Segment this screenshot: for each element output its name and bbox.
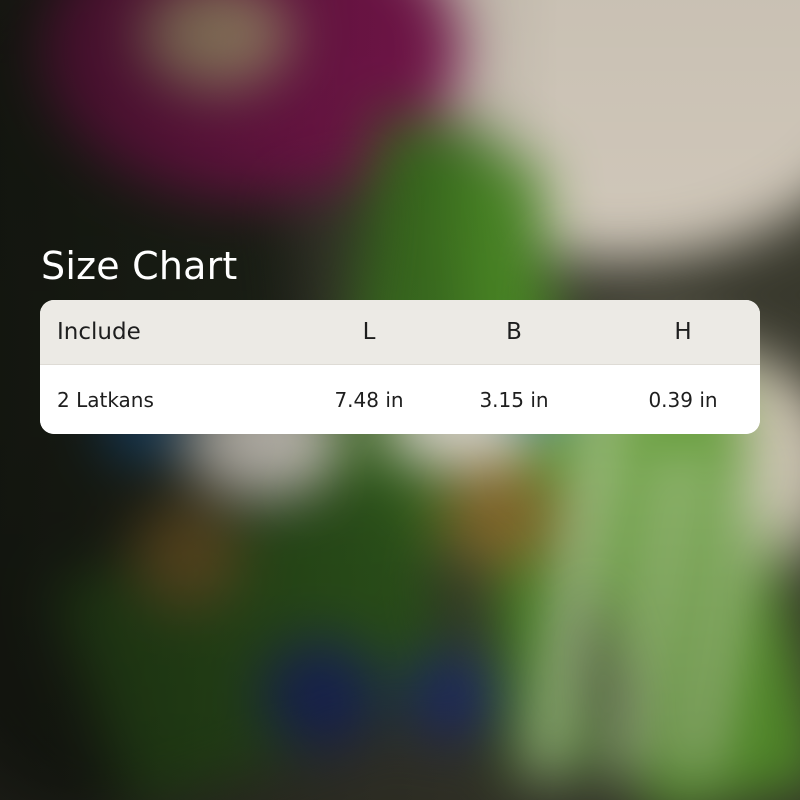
cell-height: 0.39 in [648,387,718,412]
header-length: L [362,319,376,345]
cell-include: 2 Latkans [57,387,154,412]
header-include: Include [57,319,141,345]
table-row: 2 Latkans 7.48 in 3.15 in 0.39 in [40,365,760,434]
size-chart-title: Size Chart [41,244,238,288]
cell-breadth: 3.15 in [479,387,549,412]
cell-length: 7.48 in [334,387,404,412]
size-chart-table: Include L B H 2 Latkans 7.48 in 3.15 in … [40,300,760,434]
header-breadth: B [506,319,522,345]
table-header-row: Include L B H [40,300,760,365]
header-height: H [674,319,692,345]
